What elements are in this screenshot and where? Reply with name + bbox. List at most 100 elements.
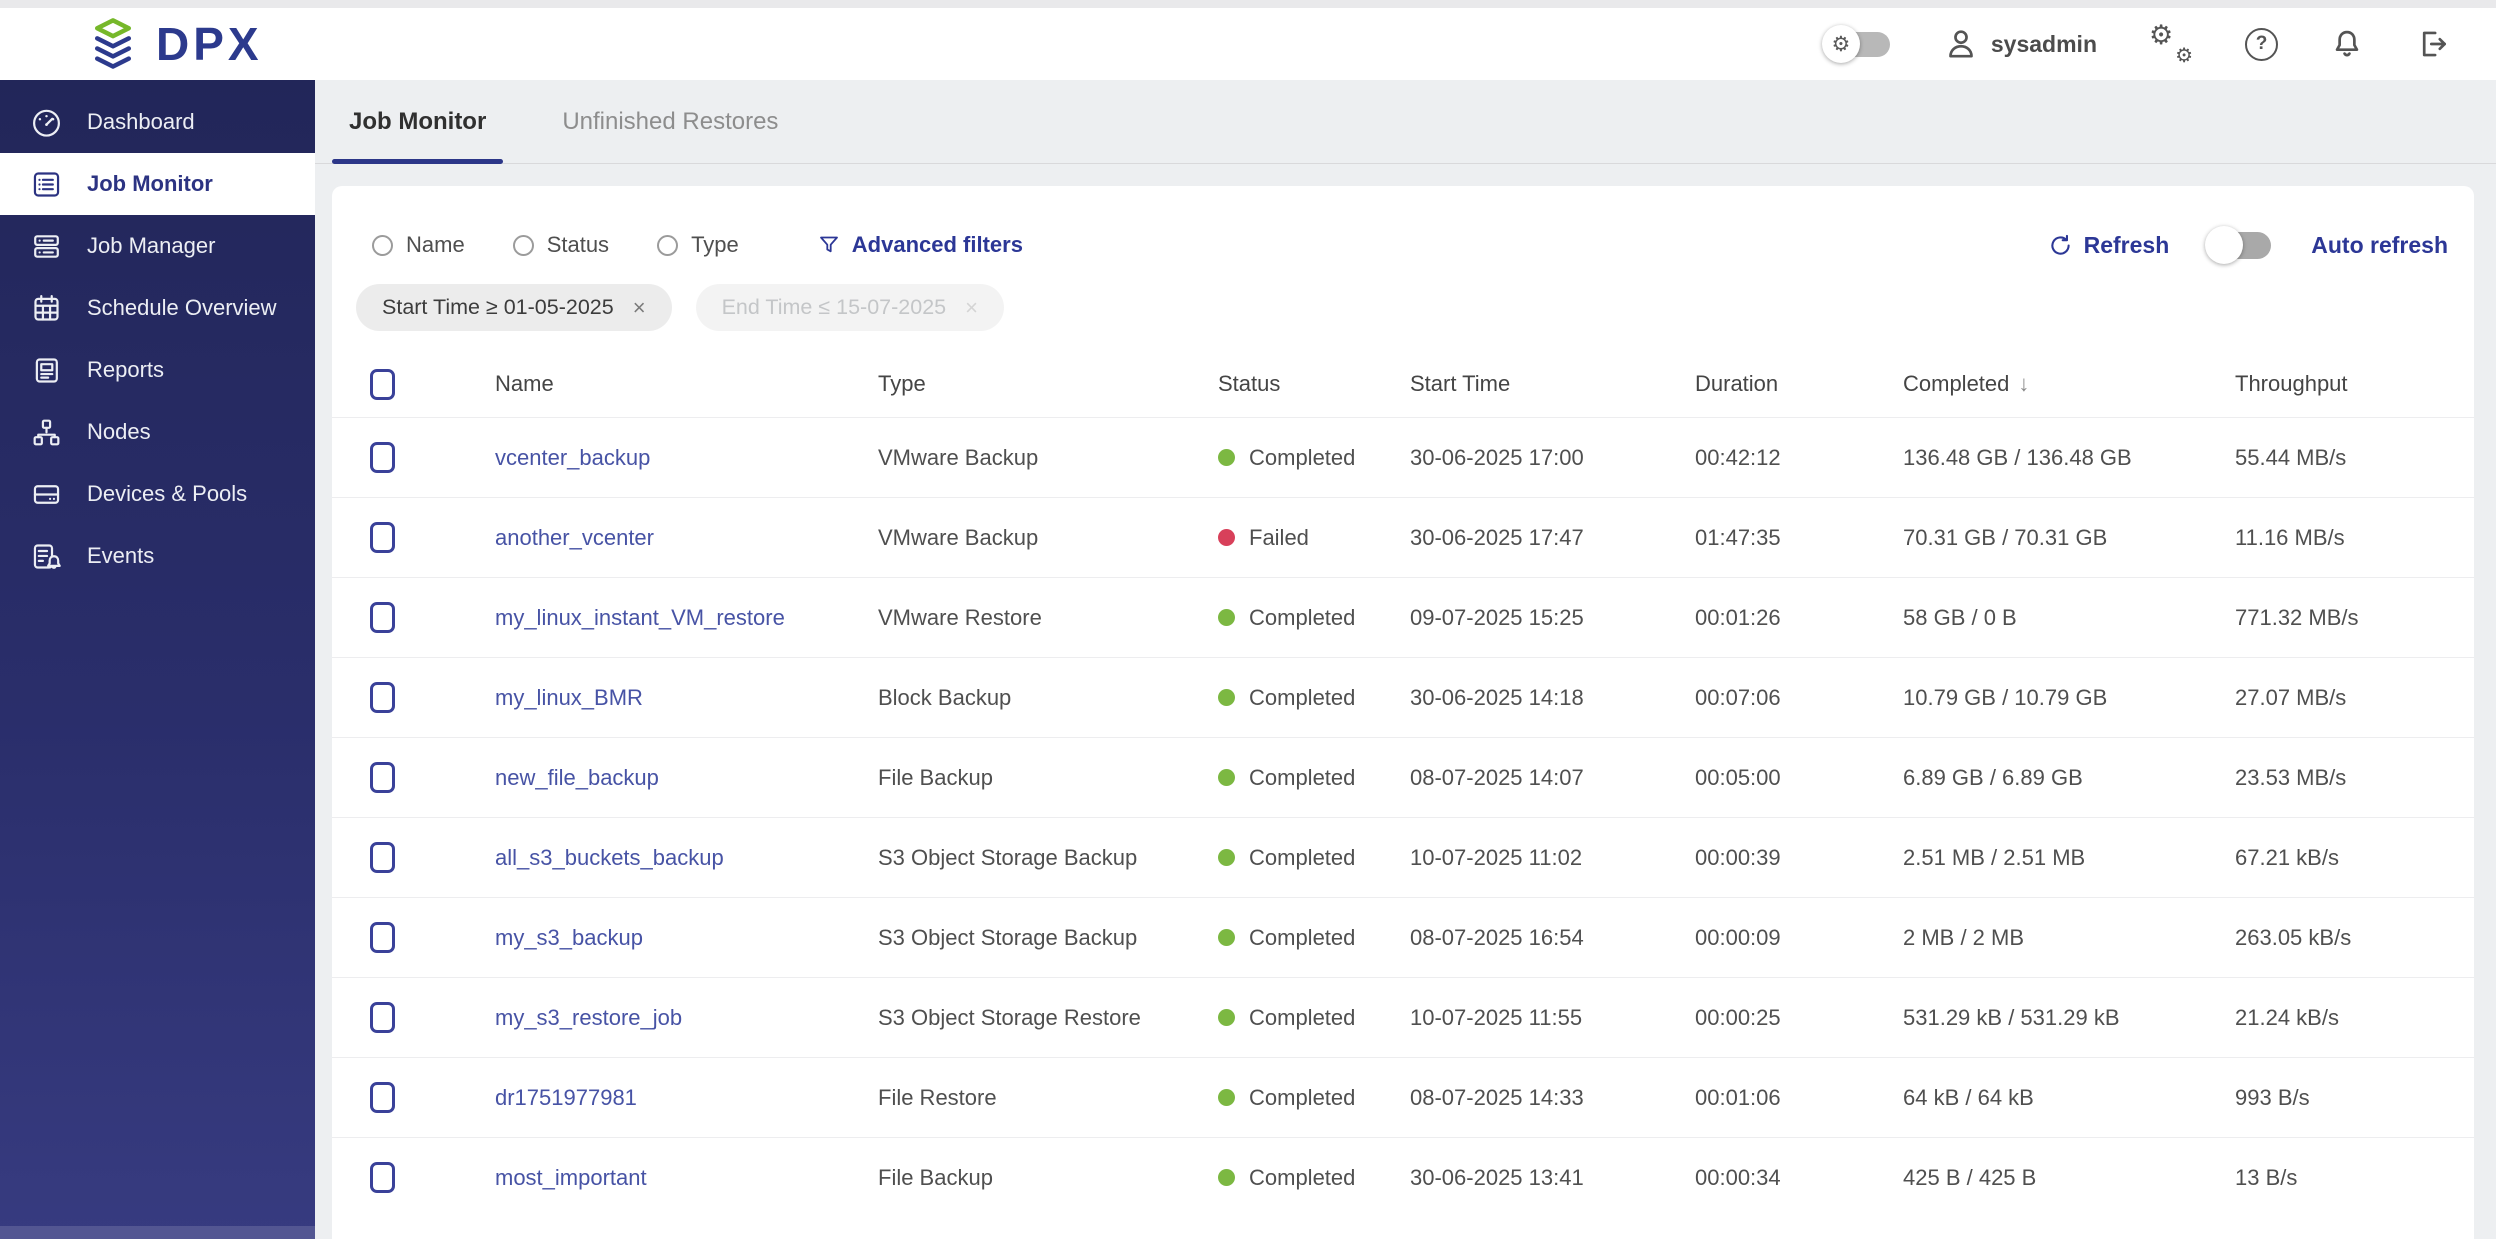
row-checkbox[interactable] [370,1162,395,1193]
sidebar-item-reports[interactable]: Reports [0,339,315,401]
job-type-cell: S3 Object Storage Backup [878,924,1138,950]
status-label: Completed [1249,1164,1356,1190]
topbar: DPX ⚙ sysadmin ⚙ ⚙ ? [0,8,2496,80]
start-time-cell: 30-06-2025 13:41 [1410,1164,1584,1190]
sidebar-item-job-monitor[interactable]: Job Monitor [0,153,315,215]
column-header-completed[interactable]: Completed ↓ [1903,371,2235,397]
user-menu[interactable]: sysadmin [1944,27,2097,61]
sidebar-item-devices-pools[interactable]: Devices & Pools [0,463,315,525]
radio-circle[interactable] [657,234,679,256]
chip-remove-icon[interactable]: × [965,295,978,321]
theme-toggle[interactable]: ⚙ [1821,25,1892,63]
throughput-cell: 27.07 MB/s [2235,684,2347,710]
filter-radio-status[interactable]: Status [512,232,609,258]
select-all-checkbox[interactable] [370,368,395,400]
sidebar-item-dashboard[interactable]: Dashboard [0,91,315,153]
throughput-cell: 263.05 kB/s [2235,924,2352,950]
row-checkbox[interactable] [370,762,395,793]
table-row: my_s3_restore_job S3 Object Storage Resto… [332,977,2474,1057]
column-header-name[interactable]: Name [495,371,878,397]
sidebar-item-job-manager[interactable]: Job Manager [0,215,315,277]
sidebar-item-label: Nodes [87,419,151,444]
chip-label: End Time ≤ 15-07-2025 [721,295,947,319]
job-name-link[interactable]: vcenter_backup [495,445,650,470]
notifications-bell-icon[interactable] [2330,27,2364,61]
completed-cell: 10.79 GB / 10.79 GB [1903,684,2108,710]
dpx-logo[interactable]: DPX [86,17,263,71]
filter-chips-row: Start Time ≥ 01-05-2025 × End Time ≤ 15-07… [332,260,2474,331]
sidebar-item-schedule-overview[interactable]: Schedule Overview [0,277,315,339]
job-status-cell: Completed [1218,925,1410,951]
duration-cell: 00:00:09 [1695,924,1781,950]
job-name-link[interactable]: dr1751977981 [495,1085,637,1110]
dpx-stack-icon [95,18,131,69]
settings-gears-icon[interactable]: ⚙ ⚙ [2149,20,2193,67]
column-header-duration[interactable]: Duration [1695,371,1903,397]
job-name-link[interactable]: most_important [495,1165,647,1190]
job-name-link[interactable]: new_file_backup [495,765,659,790]
sidebar-item-label: Reports [87,357,165,382]
help-icon[interactable]: ? [2245,27,2278,61]
filter-radio-type[interactable]: Type [657,232,739,258]
status-label: Completed [1249,764,1356,790]
sort-desc-arrow-icon[interactable]: ↓ [2018,371,2029,397]
advanced-filters-button[interactable]: Advanced filters [817,232,1023,258]
row-checkbox[interactable] [370,522,395,553]
column-header-status[interactable]: Status [1218,371,1410,397]
start-time-cell: 30-06-2025 17:47 [1410,524,1584,550]
events-bell-icon [33,543,61,569]
duration-cell: 00:42:12 [1695,444,1781,470]
duration-cell: 00:01:26 [1695,604,1781,630]
job-name-link[interactable]: all_s3_buckets_backup [495,845,724,870]
job-name-link[interactable]: my_s3_backup [495,925,643,950]
job-status-cell: Completed [1218,445,1410,471]
filter-radio-name[interactable]: Name [372,232,465,258]
job-name-link[interactable]: another_vcenter [495,525,654,550]
job-name-link[interactable]: my_linux_instant_VM_restore [495,605,785,630]
sidebar-item-nodes[interactable]: Nodes [0,401,315,463]
auto-refresh-toggle[interactable] [2205,226,2272,264]
sidebar-item-events[interactable]: Events [0,525,315,587]
completed-cell: 58 GB / 0 B [1903,604,2017,630]
job-status-cell: Completed [1218,605,1410,631]
status-dot-icon [1218,449,1235,466]
radio-circle[interactable] [372,234,393,256]
row-checkbox[interactable] [370,442,395,473]
toggle-knob [2205,226,2244,264]
row-checkbox[interactable] [370,922,395,953]
auto-refresh-label: Auto refresh [2311,231,2448,258]
report-icon [35,357,58,383]
throughput-cell: 21.24 kB/s [2235,1004,2339,1030]
row-checkbox[interactable] [370,682,395,713]
status-dot-icon [1218,529,1235,546]
job-name-link[interactable]: my_s3_restore_job [495,1005,682,1030]
sidebar-item-label: Job Manager [87,233,216,258]
row-checkbox[interactable] [370,602,395,633]
duration-cell: 01:47:35 [1695,524,1781,550]
sidebar: Dashboard Job Monitor Job Manager Schedule … [0,80,315,1239]
column-header-throughput[interactable]: Throughput [2235,371,2474,397]
radio-circle[interactable] [512,234,534,256]
column-header-type[interactable]: Type [878,371,1218,397]
start-time-cell: 08-07-2025 16:54 [1410,924,1584,950]
logout-icon[interactable] [2416,27,2450,61]
duration-cell: 00:05:00 [1695,764,1781,790]
duration-cell: 00:00:25 [1695,1004,1781,1030]
duration-cell: 00:07:06 [1695,684,1781,710]
status-dot-icon [1218,1089,1235,1106]
completed-cell: 6.89 GB / 6.89 GB [1903,764,2083,790]
chip-remove-icon[interactable]: × [633,295,646,321]
row-checkbox[interactable] [370,842,395,873]
row-checkbox[interactable] [370,1082,395,1113]
tab-job-monitor[interactable]: Job Monitor [332,80,504,164]
duration-cell: 00:00:34 [1695,1164,1781,1190]
chip-label: Start Time ≥ 01-05-2025 [382,295,614,319]
column-header-start-time[interactable]: Start Time [1410,371,1695,397]
job-name-link[interactable]: my_linux_BMR [495,685,643,710]
job-monitor-list-icon [33,171,60,197]
sidebar-footer-bar[interactable] [0,1226,315,1239]
tab-unfinished-restores[interactable]: Unfinished Restores [545,80,795,163]
table-row: dr1751977981 File Restore Completed 08-07-2… [332,1057,2474,1137]
row-checkbox[interactable] [370,1002,395,1033]
refresh-button[interactable]: Refresh [2048,232,2169,259]
